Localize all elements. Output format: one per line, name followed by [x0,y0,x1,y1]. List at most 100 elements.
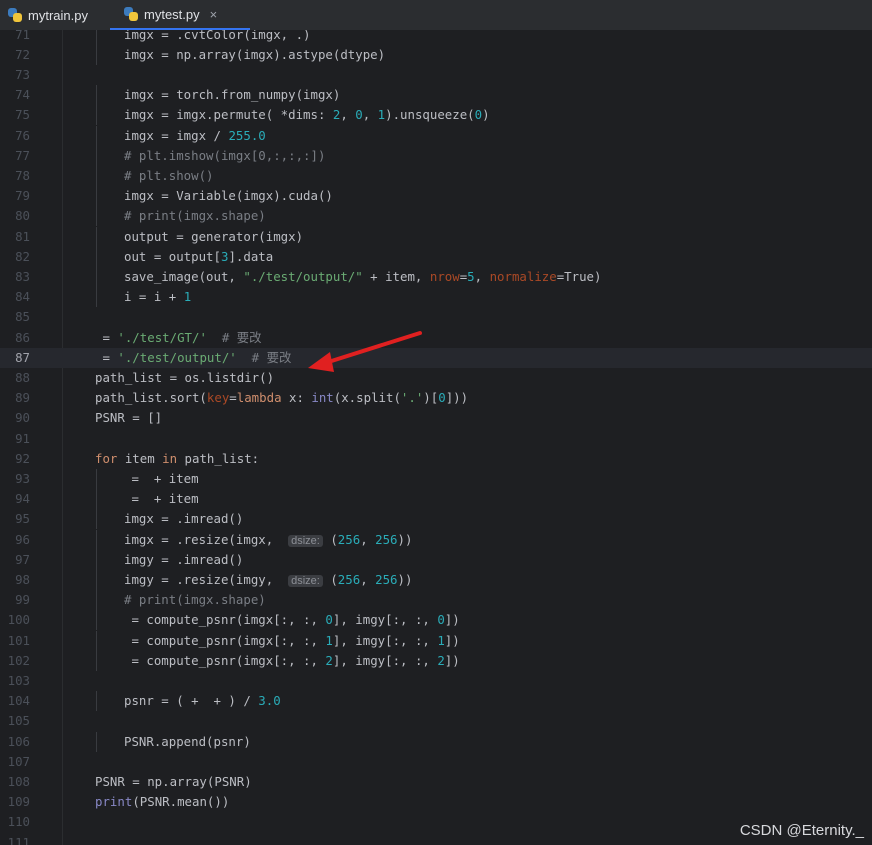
code-line[interactable]: 74 imgx = torch.from_numpy(imgx) [0,85,872,106]
code-line[interactable]: 101 = compute_psnr(imgx[:, :, 1], imgy[:… [0,630,872,651]
indent-guide [96,246,97,267]
code-line[interactable]: 79 imgx = Variable(imgx).cuda() [0,186,872,207]
code-line[interactable]: 72 imgx = np.array(imgx).astype(dtype) [0,44,872,65]
indent-guide [96,731,97,752]
indent-guide [96,125,97,146]
line-number: 81 [15,228,30,244]
code-text: imgx = .imread() [124,511,244,527]
line-number: 101 [7,632,30,648]
indent-guide [96,691,97,712]
indent-guide [96,549,97,570]
code-line[interactable]: 92 for item in path_list: [0,449,872,469]
code-text: imgx = np.array(imgx).astype(dtype) [124,46,386,62]
indent-guide [96,529,97,550]
tab-mytest[interactable]: mytest.py × [110,0,250,30]
indent-guide [96,226,97,247]
code-line[interactable]: 95 imgx = .imread() [0,509,872,530]
code-line[interactable]: 107 [0,752,872,772]
line-number: 105 [7,713,30,729]
code-line[interactable]: 100 = compute_psnr(imgx[:, :, 0], imgy[:… [0,610,872,631]
line-number: 72 [15,46,30,62]
code-line[interactable]: 109 print(PSNR.mean()) [0,792,872,812]
code-line[interactable]: 94 = + item [0,489,872,510]
python-file-icon [8,8,22,22]
line-number: 75 [15,107,30,123]
code-line[interactable]: 106 PSNR.append(psnr) [0,731,872,752]
line-number: 92 [15,450,30,466]
code-line[interactable]: 108 PSNR = np.array(PSNR) [0,772,872,792]
code-text: i = i + 1 [124,289,192,305]
code-line[interactable]: 75 imgx = imgx.permute( *dims: 2, 0, 1).u… [0,105,872,126]
line-number: 86 [15,329,30,345]
indent-guide [96,30,97,45]
tab-mytrain[interactable]: mytrain.py [0,0,110,30]
code-text: = compute_psnr(imgx[:, :, 0], imgy[:, :,… [124,612,460,628]
code-line[interactable]: 73 [0,65,872,85]
code-text: = compute_psnr(imgx[:, :, 1], imgy[:, :,… [124,632,460,648]
code-line[interactable]: 104 psnr = ( + + ) / 3.0 [0,691,872,712]
indent-guide [96,186,97,207]
code-line[interactable]: 76 imgx = imgx / 255.0 [0,125,872,146]
code-line[interactable]: 86 = './test/GT/' # 要改 [0,328,872,348]
code-line[interactable]: 83 save_image(out, "./test/output/" + ite… [0,266,872,288]
code-line[interactable]: 91 [0,429,872,449]
code-text: PSNR = np.array(PSNR) [95,773,252,789]
line-number: 71 [15,30,30,42]
code-line[interactable]: 87 = './test/output/' # 要改 [0,347,872,368]
editor-tab-bar: mytrain.py mytest.py × [0,0,872,31]
code-line[interactable]: 77 # plt.imshow(imgx[0,:,:,:]) [0,145,872,166]
indent-guide [96,145,97,166]
code-line[interactable]: 82 out = output[3].data [0,246,872,267]
code-text: = + item [124,470,199,486]
code-line[interactable]: 78 # plt.show() [0,165,872,187]
line-number: 78 [15,167,30,183]
red-arrow-icon [308,331,422,372]
code-text: imgx = imgx.permute( *dims: 2, 0, 1).uns… [124,107,490,123]
code-text: path_list = os.listdir() [95,369,275,385]
code-text: print(PSNR.mean()) [95,794,230,810]
indent-guide [96,266,97,288]
code-line[interactable]: 98 imgy = .resize(imgy, dsize: (256, 256)… [0,569,872,591]
line-number: 107 [7,753,30,769]
line-number: 76 [15,127,30,143]
code-text: = compute_psnr(imgx[:, :, 2], imgy[:, :,… [124,652,460,668]
code-line[interactable]: 103 [0,671,872,691]
indent-guide [96,44,97,65]
code-text: = + item [124,491,199,507]
code-line[interactable]: 81 output = generator(imgx) [0,226,872,247]
close-tab-icon[interactable]: × [210,7,218,22]
line-number: 98 [15,571,30,587]
code-text: = './test/output/' # 要改 [95,349,292,365]
code-text: PSNR.append(psnr) [124,733,251,749]
line-number: 74 [15,87,30,103]
indent-guide [96,105,97,126]
code-line[interactable]: 85 [0,307,872,327]
line-number: 80 [15,208,30,224]
indent-guide [96,287,97,308]
code-line[interactable]: 89 path_list.sort(key=lambda x: int(x.spl… [0,388,872,408]
line-number: 90 [15,410,30,426]
code-line[interactable]: 96 imgx = .resize(imgx, dsize: (256, 256)… [0,529,872,550]
code-line[interactable]: 90 PSNR = [] [0,408,872,428]
line-number: 102 [7,652,30,668]
code-line[interactable]: 93 = + item [0,468,872,490]
code-editor[interactable]: 71 imgx = .cvtColor(imgx, .) 72 imgx = np.a… [0,30,872,845]
code-line[interactable]: 71 imgx = .cvtColor(imgx, .) [0,30,872,45]
code-line[interactable]: 99 # print(imgx.shape) [0,590,872,611]
line-number: 85 [15,309,30,325]
code-line[interactable]: 88 path_list = os.listdir() [0,368,872,388]
line-number: 110 [7,814,30,830]
line-number: 82 [15,248,30,264]
code-text: # print(imgx.shape) [124,592,266,608]
code-line[interactable]: 84 i = i + 1 [0,287,872,308]
code-line[interactable]: 102 = compute_psnr(imgx[:, :, 2], imgy[:… [0,650,872,671]
line-number: 84 [15,289,30,305]
code-line[interactable]: 80 # print(imgx.shape) [0,206,872,227]
code-text: = './test/GT/' # 要改 [95,329,262,345]
code-text: imgx = torch.from_numpy(imgx) [124,87,341,103]
line-number: 100 [7,612,30,628]
code-text: # plt.show() [124,167,214,183]
code-line[interactable]: 97 imgy = .imread() [0,549,872,570]
code-line[interactable]: 105 [0,711,872,731]
code-text: imgx = imgx / 255.0 [124,127,266,143]
